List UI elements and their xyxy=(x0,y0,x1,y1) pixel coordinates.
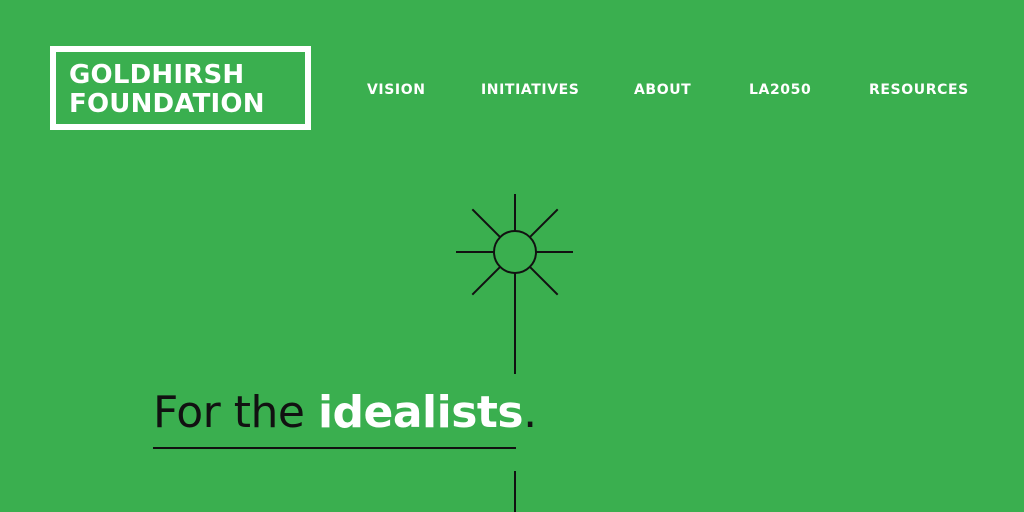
tagline-underline xyxy=(153,447,516,449)
hero-tagline: For the idealists. xyxy=(153,386,537,440)
nav-item-about[interactable]: ABOUT xyxy=(634,81,691,99)
logo-line-2: FOUNDATION xyxy=(69,89,265,119)
tagline-suffix: . xyxy=(523,387,537,438)
nav-item-vision[interactable]: VISION xyxy=(367,81,426,99)
nav-item-la2050[interactable]: LA2050 xyxy=(749,81,811,99)
scroll-indicator-line xyxy=(514,471,516,512)
nav-item-initiatives[interactable]: INITIATIVES xyxy=(481,81,579,99)
logo-line-1: GOLDHIRSH xyxy=(69,60,245,90)
nav-item-resources[interactable]: RESOURCES xyxy=(869,81,969,99)
sun-icon xyxy=(456,194,573,374)
tagline-prefix: For the xyxy=(153,387,318,438)
tagline-emphasis: idealists xyxy=(317,387,524,438)
site-logo[interactable]: GOLDHIRSH FOUNDATION xyxy=(50,46,311,130)
